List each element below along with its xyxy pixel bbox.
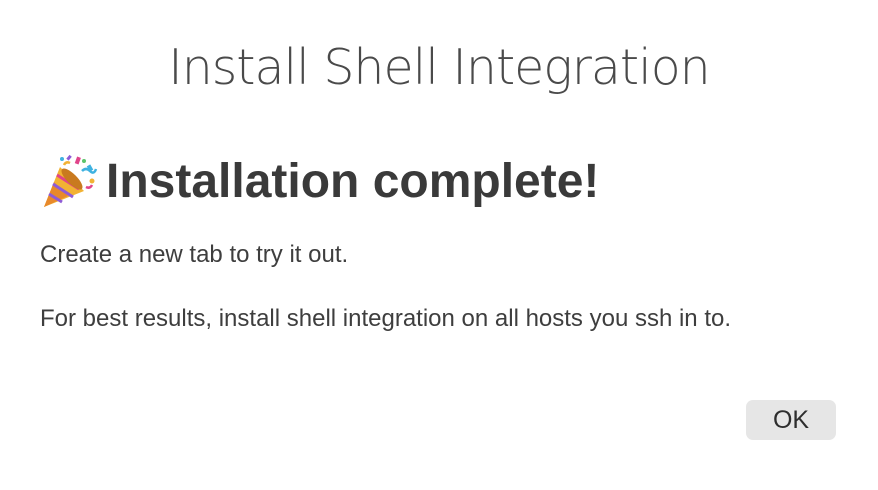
ok-button[interactable]: OK (746, 400, 836, 440)
dialog-title: Install Shell Integration (168, 39, 711, 96)
message-line-2: For best results, install shell integrat… (40, 305, 732, 332)
message-line-1: Create a new tab to try it out. (40, 241, 349, 268)
headline-text: Installation complete! (106, 155, 600, 208)
install-shell-integration-dialog: Install Shell Integration Installation c… (0, 0, 878, 490)
party-popper-icon (40, 153, 98, 211)
completion-headline: Installation complete! (40, 150, 599, 214)
